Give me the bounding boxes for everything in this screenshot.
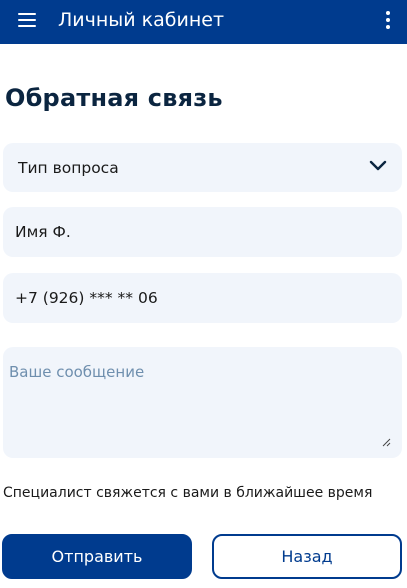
message-field-container [3, 347, 402, 458]
dot [386, 11, 390, 15]
menu-line [18, 25, 36, 27]
message-textarea[interactable] [3, 347, 402, 458]
back-button[interactable]: Назад [212, 534, 402, 579]
page-title: Обратная связь [5, 84, 223, 112]
app-bar-title: Личный кабинет [58, 9, 225, 31]
menu-line [18, 19, 36, 21]
phone-input[interactable] [3, 273, 402, 323]
response-hint-text: Специалист свяжется с вами в ближайшее в… [3, 485, 373, 501]
chevron-down-icon [369, 160, 387, 171]
name-field-container [3, 207, 402, 257]
more-options-icon[interactable] [385, 11, 391, 31]
question-type-select[interactable]: Тип вопроса [3, 143, 402, 192]
feedback-screen: Личный кабинет Обратная связь Тип вопрос… [0, 0, 407, 588]
question-type-value: Тип вопроса [18, 159, 119, 177]
phone-field-container [3, 273, 402, 323]
dot [386, 25, 390, 29]
hamburger-menu-icon[interactable] [18, 13, 36, 27]
menu-line [18, 13, 36, 15]
top-app-bar: Личный кабинет [0, 0, 407, 44]
send-button[interactable]: Отправить [2, 534, 192, 579]
name-input[interactable] [3, 207, 402, 257]
resize-handle-icon[interactable] [381, 437, 391, 447]
dot [386, 18, 390, 22]
